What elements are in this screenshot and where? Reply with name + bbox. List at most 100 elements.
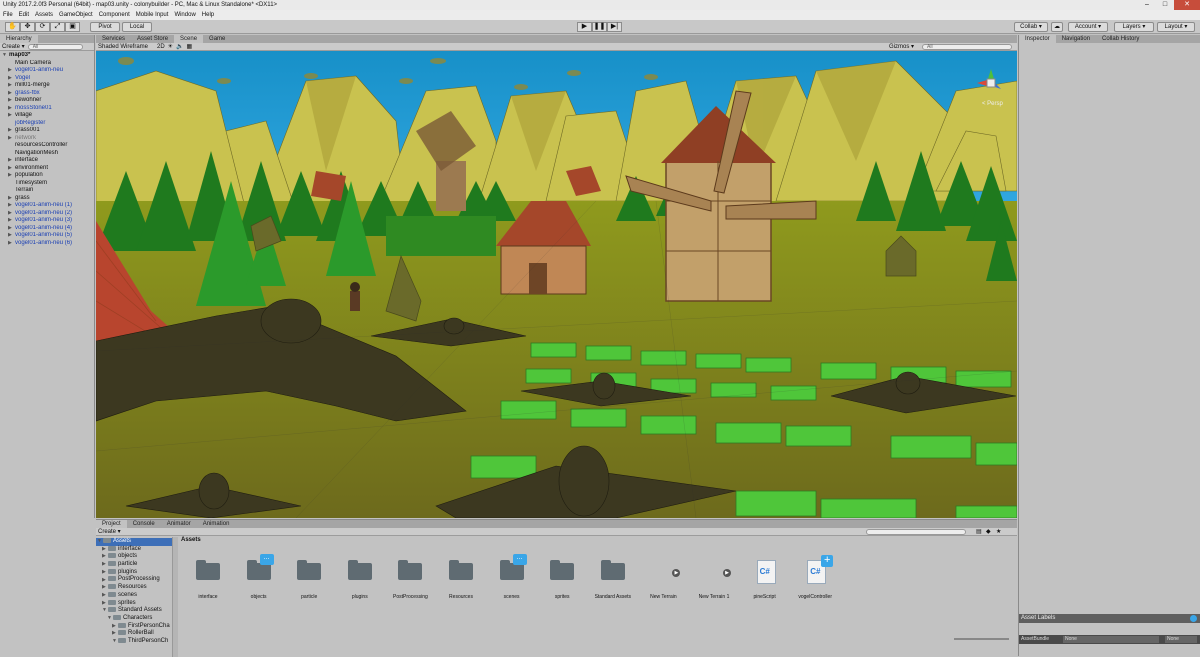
menu-component[interactable]: Component: [99, 12, 130, 18]
audio-icon[interactable]: 🔈: [176, 43, 183, 50]
folder-tree-item[interactable]: ▼ Assets: [96, 538, 172, 546]
folder-tree-item[interactable]: ▶ FirstPersonCha: [96, 622, 172, 631]
collab-button[interactable]: Collab ▾: [1014, 22, 1048, 32]
tab-console[interactable]: Console: [127, 520, 161, 528]
folder-tree-item[interactable]: ▶ scenes: [96, 591, 172, 600]
hierarchy-row[interactable]: ▶ environment: [0, 165, 94, 173]
folder-tree-item[interactable]: ▶ sprites: [96, 599, 172, 608]
asset-item[interactable]: plugins: [335, 552, 385, 600]
folder-tree-item[interactable]: ▶ plugins: [96, 568, 172, 577]
expand-arrow-icon[interactable]: ▶: [8, 67, 15, 75]
tab-hierarchy[interactable]: Hierarchy: [0, 35, 38, 43]
menu-window[interactable]: Window: [174, 12, 195, 18]
expand-arrow-icon[interactable]: ▶: [8, 240, 15, 248]
asset-item[interactable]: Resources: [436, 552, 486, 600]
layout-dropdown[interactable]: Layout ▾: [1157, 22, 1195, 32]
folder-tree-item[interactable]: ▶ particle: [96, 561, 172, 569]
filter-icon[interactable]: ▤: [976, 528, 982, 535]
expand-arrow-icon[interactable]: ▶: [8, 195, 15, 203]
tab-scene[interactable]: Scene: [174, 35, 204, 43]
play-icon[interactable]: ▶: [577, 22, 592, 32]
effects-icon[interactable]: ▦: [187, 43, 193, 50]
expand-arrow-icon[interactable]: ▼: [2, 52, 9, 60]
menu-help[interactable]: Help: [202, 12, 214, 18]
folder-tree-item[interactable]: ▶ RollerBall: [96, 630, 172, 638]
folder-tree-item[interactable]: ▼ Standard Assets: [96, 607, 172, 615]
hierarchy-row[interactable]: ▶ vogel01-anim-neu (1): [0, 202, 94, 210]
scene-viewport[interactable]: < Persp: [96, 51, 1017, 518]
hierarchy-row[interactable]: ▶ vogel01-anim-neu: [0, 67, 94, 75]
expand-arrow-icon[interactable]: ▶: [8, 225, 15, 233]
minimize-button[interactable]: –: [1138, 0, 1156, 10]
hierarchy-row[interactable]: ▶ vogel01-anim-neu (5): [0, 232, 94, 240]
tab-collab-history[interactable]: Collab History: [1096, 35, 1145, 43]
expand-arrow-icon[interactable]: ▶: [8, 202, 15, 210]
hierarchy-row[interactable]: ▶ vogel01-anim-neu (6): [0, 240, 94, 248]
hierarchy-row[interactable]: ▼ map03*: [0, 52, 94, 60]
hierarchy-row[interactable]: ▶ vogel01-anim-neu (3): [0, 217, 94, 225]
move-tool-icon[interactable]: ✥: [20, 22, 35, 32]
hierarchy-row[interactable]: ▶ grass001: [0, 127, 94, 135]
tab-navigation[interactable]: Navigation: [1056, 35, 1096, 43]
scale-tool-icon[interactable]: ⤢: [50, 22, 65, 32]
hierarchy-row[interactable]: ▶ grass-fbx: [0, 90, 94, 98]
expand-asset-icon[interactable]: ▶: [672, 569, 681, 577]
hierarchy-row[interactable]: Main Camera: [0, 60, 94, 68]
expand-arrow-icon[interactable]: ▶: [8, 135, 15, 143]
expand-arrow-icon[interactable]: ▶: [8, 127, 15, 135]
hierarchy-row[interactable]: ▶ mossStone01: [0, 105, 94, 113]
star-icon[interactable]: ★: [996, 528, 1001, 535]
expand-arrow-icon[interactable]: ▶: [8, 217, 15, 225]
menu-assets[interactable]: Assets: [35, 12, 53, 18]
folder-tree-item[interactable]: ▶ Resources: [96, 584, 172, 592]
lock-icon[interactable]: ◆: [986, 528, 991, 535]
menu-edit[interactable]: Edit: [19, 12, 29, 18]
folder-scrollbar[interactable]: [173, 537, 178, 657]
asset-item[interactable]: interface: [183, 552, 233, 600]
hierarchy-create-button[interactable]: Create ▾: [2, 43, 25, 50]
expand-arrow-icon[interactable]: ▶: [8, 165, 15, 173]
expand-asset-icon[interactable]: ▶: [723, 569, 731, 577]
expand-arrow-icon[interactable]: ▶: [8, 210, 15, 218]
hierarchy-row[interactable]: ▶ vogel01-anim-neu (4): [0, 225, 94, 233]
layers-dropdown[interactable]: Layers ▾: [1114, 22, 1154, 32]
folder-tree-item[interactable]: ▼ ThirdPersonCh: [96, 637, 172, 646]
asset-item[interactable]: sprites: [537, 552, 587, 600]
step-icon[interactable]: ▶|: [607, 22, 622, 32]
rotate-tool-icon[interactable]: ⟳: [35, 22, 50, 32]
account-dropdown[interactable]: Account ▾: [1068, 22, 1108, 32]
tab-animator[interactable]: Animator: [161, 520, 197, 528]
folder-tree-item[interactable]: ▶ interface: [96, 545, 172, 554]
asset-item[interactable]: C# + vogelController: [790, 552, 840, 600]
hierarchy-row[interactable]: NavigationMesh: [0, 150, 94, 158]
expand-arrow-icon[interactable]: ▶: [8, 232, 15, 240]
hierarchy-search-input[interactable]: All: [27, 43, 83, 50]
hierarchy-row[interactable]: Timesystem: [0, 180, 94, 188]
asset-bundle-dropdown[interactable]: None: [1063, 636, 1159, 643]
expand-arrow-icon[interactable]: ▶: [8, 112, 15, 120]
tab-asset-store[interactable]: Asset Store: [131, 35, 174, 43]
lighting-icon[interactable]: ☀: [168, 43, 173, 50]
local-toggle[interactable]: Local: [122, 22, 152, 32]
hierarchy-row[interactable]: ▶ Vogel: [0, 75, 94, 83]
hierarchy-row[interactable]: ▶ grass: [0, 195, 94, 203]
asset-item[interactable]: ▶ New Terrain 1: [689, 552, 739, 600]
hierarchy-row[interactable]: ▶ village: [0, 112, 94, 120]
hierarchy-row[interactable]: resourcesController: [0, 142, 94, 150]
persp-label[interactable]: < Persp: [982, 101, 1003, 107]
asset-item[interactable]: Standard Assets: [588, 552, 638, 600]
gizmos-dropdown[interactable]: Gizmos ▾: [889, 43, 914, 50]
hierarchy-row[interactable]: jobRegister: [0, 120, 94, 128]
hierarchy-row[interactable]: ▶ bewohner: [0, 97, 94, 105]
hierarchy-row[interactable]: ▶ interface: [0, 157, 94, 165]
asset-item[interactable]: ▶ New Terrain: [638, 552, 688, 600]
project-create-button[interactable]: Create ▾: [98, 528, 121, 535]
tab-animation[interactable]: Animation: [197, 520, 236, 528]
asset-item[interactable]: ... scenes: [487, 552, 537, 600]
folder-tree-item[interactable]: ▶ objects: [96, 553, 172, 561]
label-tag-icon[interactable]: [1190, 615, 1197, 622]
icon-size-slider[interactable]: [954, 638, 1009, 640]
folder-tree-item[interactable]: ▼ Characters: [96, 614, 172, 623]
tab-project[interactable]: Project: [96, 520, 127, 528]
asset-item[interactable]: C# pineScript: [740, 552, 790, 600]
